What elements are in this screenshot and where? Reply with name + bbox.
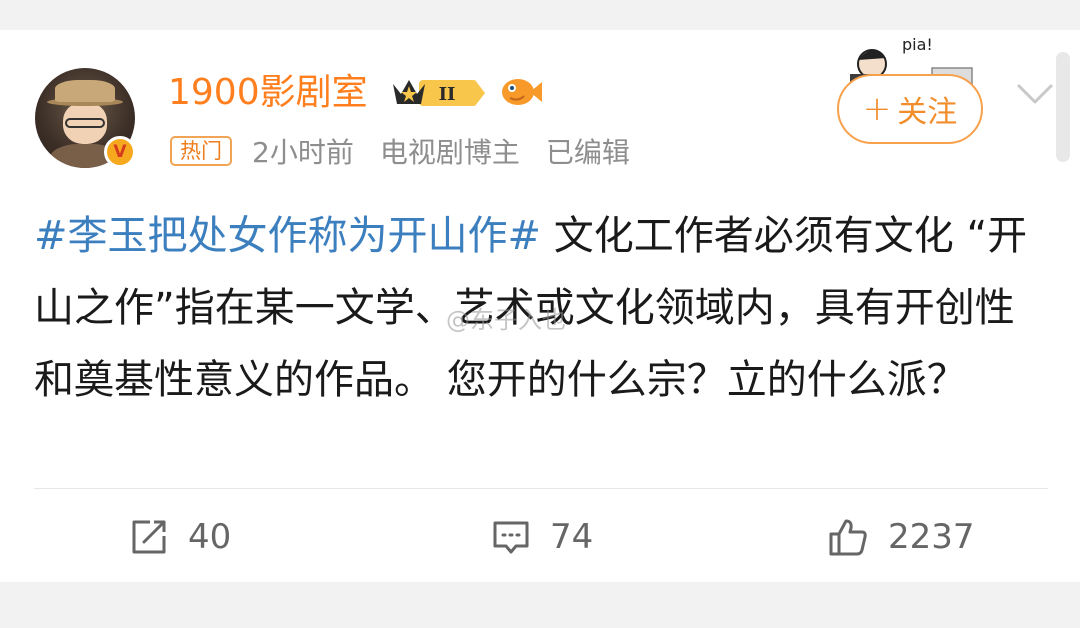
top-gap xyxy=(0,0,1080,30)
post-time: 2小时前 xyxy=(252,136,354,169)
comment-icon xyxy=(493,521,529,554)
avatar-hat xyxy=(55,80,115,102)
verified-badge-icon: V xyxy=(104,136,136,168)
repost-count: 40 xyxy=(188,517,232,557)
pia-text: pia! xyxy=(902,35,933,54)
divider xyxy=(34,488,1048,489)
repost-button[interactable]: 40 xyxy=(130,512,231,562)
share-icon xyxy=(132,520,166,554)
follow-button[interactable]: + 关注 xyxy=(837,74,983,144)
like-button[interactable]: 2237 xyxy=(828,512,975,562)
hashtag-link[interactable]: #李玉把处女作称为开山作# xyxy=(34,213,541,259)
chevron-down-icon[interactable] xyxy=(1015,78,1055,108)
scrollbar[interactable] xyxy=(1056,52,1070,162)
avatar-glasses xyxy=(65,118,105,128)
fish-icon xyxy=(502,79,542,105)
thumbs-up-icon xyxy=(829,519,867,556)
like-count: 2237 xyxy=(888,517,975,557)
plus-icon: + xyxy=(862,89,892,129)
comment-button[interactable]: 74 xyxy=(492,512,593,562)
username[interactable]: 1900影剧室 xyxy=(168,70,368,116)
hot-tag[interactable]: 热门 xyxy=(170,136,232,166)
post-category: 电视剧博主 xyxy=(379,136,520,169)
watermark: @东子入也 xyxy=(446,306,566,334)
post-meta: 热门 2小时前 电视剧博主 已编辑 xyxy=(170,131,630,171)
vip-level-text: II xyxy=(439,84,456,105)
vip-crown-badge-icon[interactable]: II xyxy=(389,74,489,110)
follow-label: 关注 xyxy=(897,95,958,130)
comment-count: 74 xyxy=(550,517,594,557)
edited-label[interactable]: 已编辑 xyxy=(546,131,630,171)
